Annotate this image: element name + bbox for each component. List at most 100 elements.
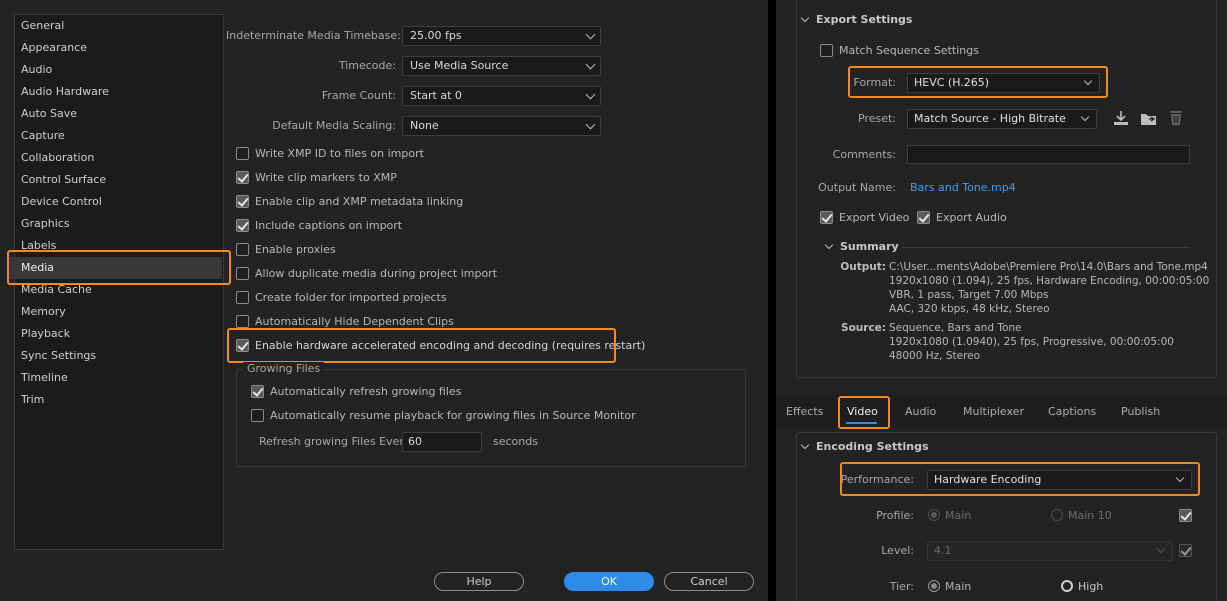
summary-output-line: VBR, 1 pass, Target 7.00 Mbps	[889, 289, 1049, 301]
radio-button[interactable]	[928, 509, 940, 521]
timebase-select[interactable]: 25.00 fps	[402, 26, 601, 46]
checkbox-allow-duplicate-media[interactable]: Allow duplicate media during project imp…	[236, 263, 497, 283]
tier-main-radio[interactable]: Main	[928, 580, 971, 593]
checkbox-box[interactable]	[236, 218, 249, 232]
category-sync-settings[interactable]: Sync Settings	[21, 345, 96, 367]
radio-button[interactable]	[1051, 509, 1063, 521]
level-override-checkbox[interactable]	[1179, 544, 1198, 557]
radio-button[interactable]	[1061, 580, 1073, 592]
checkbox-export-video[interactable]: Export Video	[820, 207, 909, 227]
chevron-down-icon	[585, 89, 596, 100]
checkbox-box[interactable]	[1179, 544, 1192, 557]
summary-source-line: 48000 Hz, Stereo	[889, 350, 981, 362]
profile-override-checkbox[interactable]	[1179, 509, 1198, 522]
import-preset-icon[interactable]	[1140, 110, 1158, 126]
checkbox-label: Write clip markers to XMP	[255, 170, 397, 184]
profile-main10-radio[interactable]: Main 10	[1051, 509, 1112, 522]
checkbox-resume-playback[interactable]: Automatically resume playback for growin…	[251, 405, 636, 425]
checkbox-match-sequence[interactable]: Match Sequence Settings	[820, 40, 979, 60]
checkbox-box[interactable]	[236, 266, 249, 280]
cancel-button[interactable]: Cancel	[664, 572, 754, 591]
summary-output-line: 1920x1080 (1.094), 25 fps, Hardware Enco…	[889, 275, 1210, 287]
checkbox-refresh-growing-files[interactable]: Automatically refresh growing files	[251, 381, 461, 401]
checkbox-enable-proxies[interactable]: Enable proxies	[236, 239, 336, 259]
radio-label: High	[1078, 580, 1104, 593]
category-graphics[interactable]: Graphics	[21, 213, 70, 235]
category-playback[interactable]: Playback	[21, 323, 70, 345]
category-collaboration[interactable]: Collaboration	[21, 147, 94, 169]
timecode-label: Timecode:	[338, 59, 396, 72]
radio-label: Main	[945, 509, 972, 522]
tab-effects[interactable]: Effects	[786, 403, 823, 421]
checkbox-box[interactable]	[236, 170, 249, 184]
ok-button[interactable]: OK	[564, 572, 654, 591]
checkbox-box[interactable]	[1179, 509, 1192, 522]
category-appearance[interactable]: Appearance	[21, 37, 87, 59]
chevron-down-icon	[800, 13, 810, 23]
comments-input[interactable]	[907, 145, 1190, 164]
category-audio[interactable]: Audio	[21, 59, 52, 81]
tab-multiplexer[interactable]: Multiplexer	[963, 403, 1024, 421]
timecode-select[interactable]: Use Media Source	[402, 56, 601, 76]
help-button[interactable]: Help	[434, 572, 524, 591]
frame-count-select[interactable]: Start at 0	[402, 86, 601, 106]
tab-audio[interactable]: Audio	[905, 403, 936, 421]
checkbox-box[interactable]	[820, 210, 833, 224]
refresh-every-label: Refresh growing Files Every	[259, 435, 411, 448]
profile-label: Profile:	[876, 509, 914, 522]
chevron-down-icon	[1156, 544, 1166, 554]
chevron-down-icon	[1080, 112, 1090, 122]
checkbox-box[interactable]	[917, 210, 930, 224]
save-preset-icon[interactable]	[1113, 110, 1129, 126]
checkbox-box[interactable]	[236, 290, 249, 304]
checkbox-box[interactable]	[236, 146, 249, 160]
checkbox-write-xmp-id[interactable]: Write XMP ID to files on import	[236, 143, 424, 163]
checkbox-box[interactable]	[236, 242, 249, 256]
media-scaling-value: None	[410, 119, 439, 132]
category-audio-hardware[interactable]: Audio Hardware	[21, 81, 109, 103]
media-category-highlight	[7, 250, 231, 285]
preset-label: Preset:	[857, 112, 896, 125]
checkbox-label: Match Sequence Settings	[839, 43, 979, 57]
category-device-control[interactable]: Device Control	[21, 191, 102, 213]
category-timeline[interactable]: Timeline	[21, 367, 68, 389]
export-settings-header[interactable]: Export Settings	[800, 13, 912, 26]
checkbox-export-audio[interactable]: Export Audio	[917, 207, 1007, 227]
level-value: 4.1	[934, 544, 952, 557]
checkbox-metadata-linking[interactable]: Enable clip and XMP metadata linking	[236, 191, 463, 211]
delete-preset-icon[interactable]	[1168, 109, 1184, 126]
checkbox-include-captions[interactable]: Include captions on import	[236, 215, 402, 235]
chevron-down-icon	[585, 119, 596, 130]
category-trim[interactable]: Trim	[21, 389, 44, 411]
tab-captions[interactable]: Captions	[1048, 403, 1096, 421]
checkbox-box[interactable]	[236, 194, 249, 208]
checkbox-create-folder[interactable]: Create folder for imported projects	[236, 287, 447, 307]
checkbox-box[interactable]	[236, 314, 249, 328]
refresh-every-input[interactable]: 60	[402, 432, 482, 452]
checkbox-box[interactable]	[251, 408, 264, 422]
tab-publish[interactable]: Publish	[1121, 403, 1160, 421]
checkbox-label: Enable clip and XMP metadata linking	[255, 194, 464, 208]
checkbox-box[interactable]	[251, 384, 264, 398]
category-control-surface[interactable]: Control Surface	[21, 169, 106, 191]
refresh-every-unit: seconds	[493, 435, 538, 448]
encoding-settings-title: Encoding Settings	[816, 440, 929, 453]
summary-header[interactable]: Summary	[824, 240, 899, 253]
category-capture[interactable]: Capture	[21, 125, 65, 147]
output-name-link[interactable]: Bars and Tone.mp4	[910, 179, 1016, 197]
radio-button[interactable]	[928, 580, 940, 592]
encoding-settings-header[interactable]: Encoding Settings	[800, 440, 929, 453]
tier-high-radio[interactable]: High	[1061, 580, 1103, 593]
growing-files-title: Growing Files	[243, 362, 325, 375]
level-select[interactable]: 4.1	[927, 541, 1173, 561]
category-auto-save[interactable]: Auto Save	[21, 103, 77, 125]
checkbox-write-clip-markers[interactable]: Write clip markers to XMP	[236, 167, 397, 187]
checkbox-box[interactable]	[820, 43, 833, 57]
media-scaling-select[interactable]: None	[402, 116, 601, 136]
category-general[interactable]: General	[21, 15, 64, 37]
profile-main-radio[interactable]: Main	[928, 509, 971, 522]
preset-select[interactable]: Match Source - High Bitrate	[907, 109, 1097, 129]
category-memory[interactable]: Memory	[21, 301, 66, 323]
summary-title: Summary	[840, 240, 899, 253]
checkbox-label: Include captions on import	[255, 218, 403, 232]
